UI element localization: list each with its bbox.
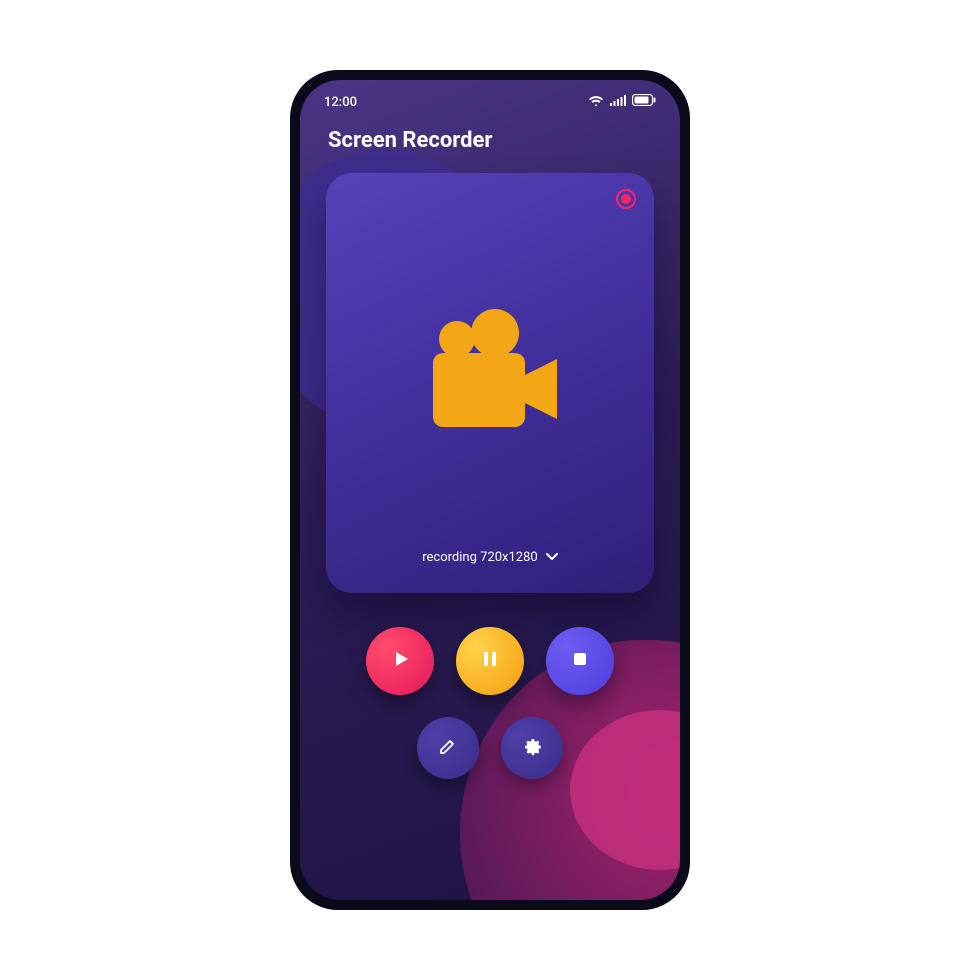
settings-button[interactable] <box>501 717 563 779</box>
status-bar: 12:00 <box>300 80 680 114</box>
battery-icon <box>632 94 656 110</box>
pause-button[interactable] <box>456 627 524 695</box>
pause-icon <box>480 649 500 673</box>
chevron-down-icon <box>546 550 558 565</box>
record-indicator-icon <box>616 189 636 209</box>
status-time: 12:00 <box>324 95 357 110</box>
status-icons <box>588 94 656 110</box>
play-button[interactable] <box>366 627 434 695</box>
preview-card: recording 720x1280 <box>326 173 654 593</box>
stop-icon <box>571 650 589 672</box>
phone-frame: 12:00 Screen Recorder <box>290 70 690 910</box>
gear-icon <box>520 734 544 762</box>
secondary-controls <box>300 717 680 779</box>
edit-button[interactable] <box>417 717 479 779</box>
stop-button[interactable] <box>546 627 614 695</box>
camera-icon <box>415 303 565 433</box>
screen: 12:00 Screen Recorder <box>300 80 680 900</box>
signal-icon <box>610 94 626 110</box>
resolution-label: recording 720x1280 <box>422 550 537 565</box>
primary-controls <box>300 627 680 695</box>
resolution-selector[interactable]: recording 720x1280 <box>422 550 557 565</box>
wifi-icon <box>588 94 604 110</box>
pencil-icon <box>437 735 459 761</box>
app-title: Screen Recorder <box>300 114 680 159</box>
play-icon <box>389 648 411 674</box>
